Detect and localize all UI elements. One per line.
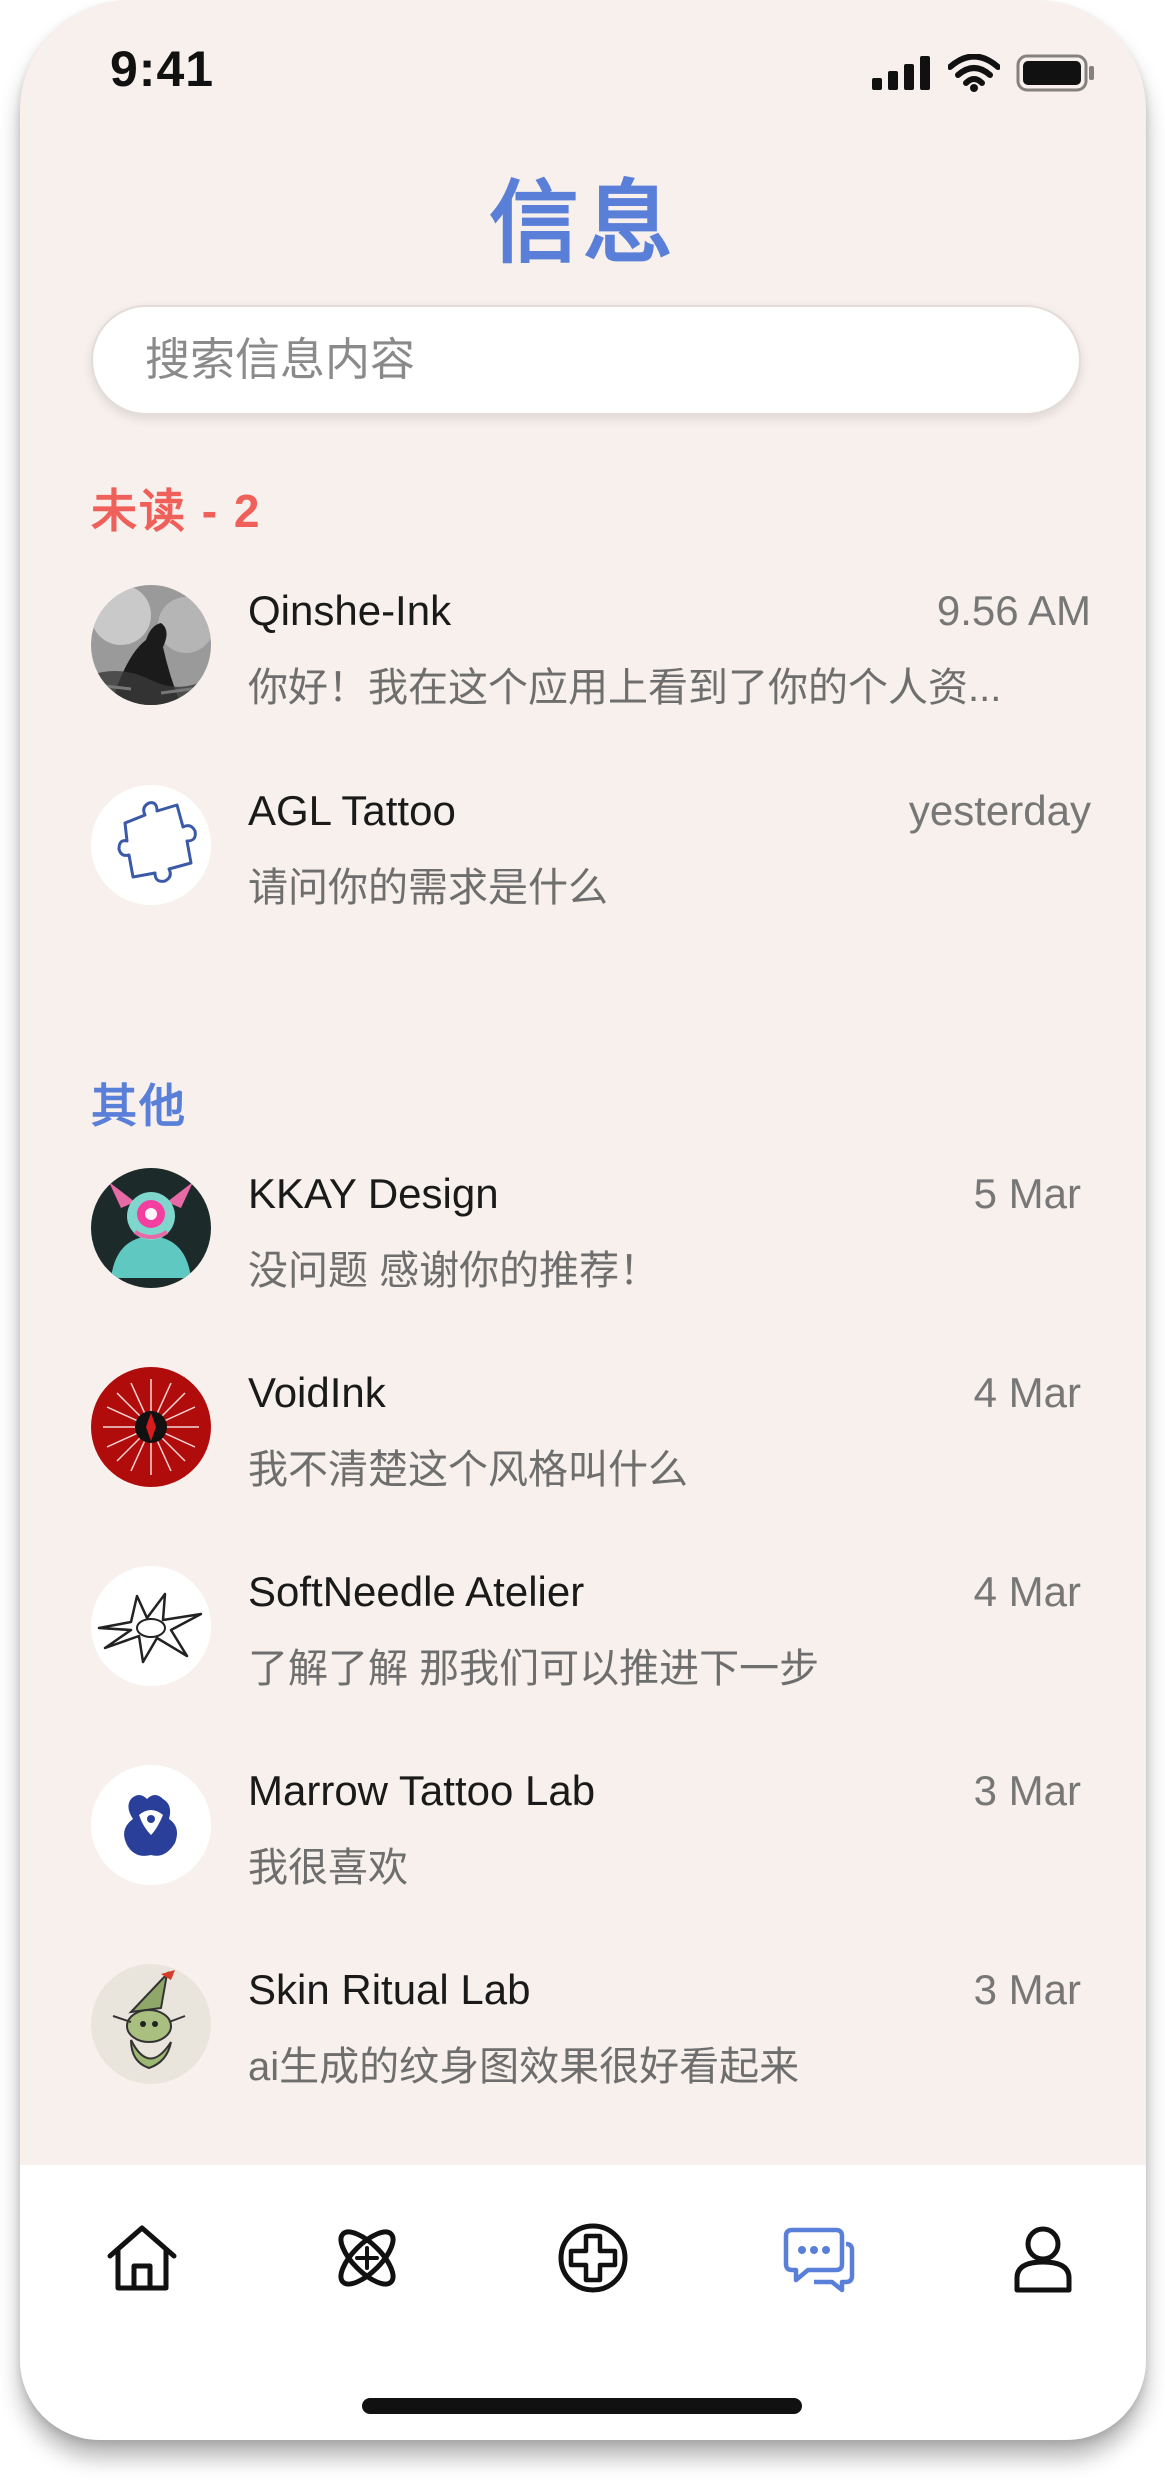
- search-bar[interactable]: [91, 305, 1081, 415]
- other-section-label: 其他: [91, 1080, 187, 1132]
- contact-name: Skin Ritual Lab: [248, 1966, 531, 2013]
- conversation-row[interactable]: SoftNeedle Atelier 4 Mar 了解了解 那我们可以推进下一步: [91, 1566, 1091, 1706]
- status-time: 9:41: [110, 41, 215, 97]
- conversation-row[interactable]: Marrow Tattoo Lab 3 Mar 我很喜欢: [91, 1765, 1091, 1905]
- message-time: 4 Mar: [973, 1369, 1081, 1416]
- tab-bar: [20, 2165, 1146, 2440]
- contact-name: SoftNeedle Atelier: [248, 1568, 585, 1615]
- home-icon: [107, 2225, 177, 2291]
- cellular-signal-icon: [872, 56, 930, 90]
- message-preview: 我不清楚这个风格叫什么: [248, 1448, 688, 1492]
- conversation-row[interactable]: AGL Tattoo yesterday 请问你的需求是什么: [91, 785, 1091, 925]
- thorn-avatar: [91, 1566, 211, 1686]
- tab-create[interactable]: [548, 2213, 638, 2303]
- page-title: 信息: [489, 174, 677, 274]
- message-preview: 我很喜欢: [248, 1846, 408, 1890]
- contact-name: Marrow Tattoo Lab: [248, 1767, 596, 1814]
- message-time: 9.56 AM: [936, 587, 1091, 634]
- wifi-icon: [948, 54, 1000, 92]
- atom-icon: [338, 2229, 396, 2287]
- search-input[interactable]: [143, 333, 1047, 387]
- puzzle-avatar: [91, 785, 211, 905]
- status-icons: [872, 54, 1096, 92]
- home-indicator[interactable]: [362, 2398, 802, 2414]
- red-star-avatar: [91, 1367, 211, 1487]
- profile-icon: [1014, 2226, 1072, 2293]
- message-time: yesterday: [908, 787, 1091, 834]
- chat-icon: [783, 2227, 855, 2293]
- message-preview: ai生成的纹身图效果很好看起来: [248, 2045, 800, 2089]
- battery-icon: [1016, 54, 1094, 92]
- ink-figure-avatar: [91, 585, 211, 705]
- conversation-row[interactable]: VoidInk 4 Mar 我不清楚这个风格叫什么: [91, 1367, 1091, 1507]
- blue-creature-avatar: [91, 1765, 211, 1885]
- contact-name: VoidInk: [248, 1369, 386, 1416]
- message-time: 5 Mar: [973, 1170, 1081, 1217]
- tab-explore[interactable]: [322, 2213, 412, 2303]
- message-preview: 没问题 感谢你的推荐！: [248, 1249, 660, 1293]
- message-preview: 你好！我在这个应用上看到了你的个人资...: [248, 666, 1002, 710]
- contact-name: Qinshe-Ink: [248, 587, 452, 634]
- contact-name: AGL Tattoo: [248, 787, 456, 834]
- phone-screen: 9:41 信息 未读 - 2: [20, 0, 1146, 2440]
- message-preview: 了解了解 那我们可以推进下一步: [248, 1647, 820, 1691]
- message-time: 3 Mar: [973, 1966, 1081, 2013]
- tab-home[interactable]: [97, 2213, 187, 2303]
- tab-profile[interactable]: [998, 2213, 1088, 2303]
- message-time: 3 Mar: [973, 1767, 1081, 1814]
- goblin-sketch-avatar: [91, 1964, 211, 2084]
- neon-creature-avatar: [91, 1168, 211, 1288]
- message-time: 4 Mar: [973, 1568, 1081, 1615]
- conversation-row[interactable]: KKAY Design 5 Mar 没问题 感谢你的推荐！: [91, 1168, 1091, 1308]
- message-preview: 请问你的需求是什么: [248, 866, 608, 910]
- conversation-row[interactable]: Skin Ritual Lab 3 Mar ai生成的纹身图效果很好看起来: [91, 1964, 1091, 2104]
- tab-messages[interactable]: [773, 2213, 863, 2303]
- conversation-row[interactable]: Qinshe-Ink 9.56 AM 你好！我在这个应用上看到了你的个人资...: [91, 585, 1091, 725]
- add-circle-icon: [558, 2223, 628, 2293]
- contact-name: KKAY Design: [248, 1170, 499, 1217]
- status-bar: 9:41: [20, 0, 1146, 140]
- unread-section-label: 未读 - 2: [91, 485, 262, 537]
